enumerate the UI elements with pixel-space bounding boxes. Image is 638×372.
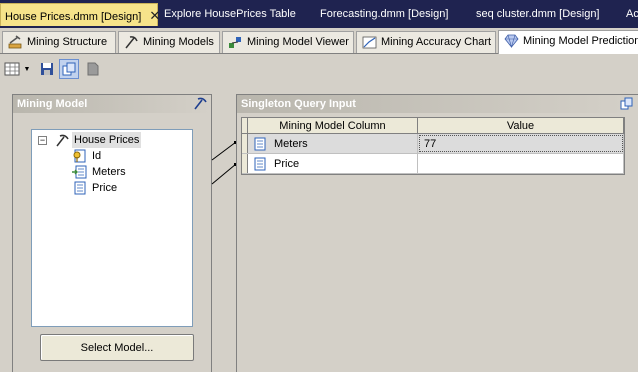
- mining-structure-icon: [8, 35, 22, 49]
- cell-value: 77: [424, 138, 437, 150]
- doc-tab-label: Explore HousePrices Table: [164, 8, 296, 20]
- accuracy-chart-icon: [362, 36, 377, 49]
- doc-tab-seq-cluster[interactable]: seq cluster.dmm [Design]: [472, 4, 600, 24]
- mining-column-cell[interactable]: Price: [248, 154, 418, 173]
- close-icon[interactable]: ✕: [149, 4, 160, 27]
- prediction-diamond-icon: [504, 34, 519, 48]
- mining-pick-icon: [194, 97, 207, 110]
- mining-column-cell[interactable]: Meters: [248, 134, 418, 153]
- dropdown-arrow-icon: ▼: [23, 65, 31, 73]
- tab-mining-models[interactable]: Mining Models: [118, 31, 220, 53]
- singleton-query-icon: [62, 62, 76, 76]
- doc-tab-label: House Prices.dmm [Design]: [5, 11, 142, 23]
- panel-title-text: Singleton Query Input: [241, 98, 356, 110]
- mining-models-icon: [125, 36, 138, 49]
- doc-tab-house-prices[interactable]: House Prices.dmm [Design] ✕: [0, 3, 160, 27]
- doc-tab-explore-table[interactable]: Explore HousePrices Table: [160, 4, 296, 24]
- tab-mining-accuracy-chart[interactable]: Mining Accuracy Chart: [356, 31, 496, 53]
- doc-tab-label: Ac: [626, 8, 638, 20]
- save-query-button[interactable]: [37, 59, 57, 79]
- table-row[interactable]: Price: [242, 154, 624, 174]
- tree-item-label: Meters: [92, 166, 126, 178]
- singleton-query-button[interactable]: [59, 59, 79, 79]
- mining-model-panel: Mining Model − House Prices Id Meters Pr…: [12, 94, 212, 372]
- value-cell[interactable]: [418, 154, 624, 173]
- view-dropdown-button[interactable]: ▼: [22, 59, 32, 79]
- switch-view-button[interactable]: [2, 59, 22, 79]
- column-header-value[interactable]: Value: [418, 118, 624, 133]
- tab-label: Mining Models: [143, 36, 214, 48]
- singleton-query-grid: Mining Model Column Value Meters 77 Pric…: [241, 117, 625, 175]
- collapse-icon[interactable]: −: [38, 136, 47, 145]
- input-column-icon: [72, 165, 87, 179]
- tab-label: Mining Accuracy Chart: [381, 36, 492, 48]
- cell-text: Meters: [274, 138, 308, 150]
- grid-view-icon: [4, 62, 20, 76]
- mining-model-tree[interactable]: − House Prices Id Meters Price: [31, 129, 193, 327]
- result-page-icon: [87, 62, 99, 76]
- designer-tab-strip: Mining Structure Mining Models Mining Mo…: [0, 28, 638, 54]
- prediction-toolbar: ▼: [0, 55, 638, 83]
- singleton-window-icon: [620, 97, 633, 110]
- doc-tab-label: seq cluster.dmm [Design]: [476, 8, 600, 20]
- tree-item-label: Id: [92, 150, 102, 162]
- result-button[interactable]: [83, 59, 103, 79]
- tree-root-house-prices[interactable]: − House Prices: [32, 132, 192, 148]
- doc-tab-label: Forecasting.dmm [Design]: [320, 8, 449, 20]
- tab-label: Mining Model Viewer: [247, 36, 349, 48]
- tab-label: Mining Model Prediction: [523, 35, 638, 47]
- tree-item-label: Price: [92, 182, 118, 194]
- column-icon: [254, 137, 266, 151]
- tab-mining-model-prediction[interactable]: Mining Model Prediction: [498, 30, 638, 54]
- tab-mining-structure[interactable]: Mining Structure: [2, 31, 116, 53]
- select-model-button[interactable]: Select Model...: [40, 334, 194, 361]
- mining-model-panel-title: Mining Model: [13, 95, 211, 113]
- singleton-query-panel: Singleton Query Input Mining Model Colum…: [236, 94, 638, 372]
- table-row[interactable]: Meters 77: [242, 134, 624, 154]
- grid-header-row: Mining Model Column Value: [242, 118, 624, 134]
- panel-title-text: Mining Model: [17, 98, 88, 110]
- save-disk-icon: [41, 63, 53, 75]
- value-cell[interactable]: 77: [418, 134, 624, 153]
- mining-model-icon: [56, 134, 69, 147]
- key-column-icon: [73, 149, 86, 163]
- column-header-mining-model-column[interactable]: Mining Model Column: [248, 118, 418, 133]
- tab-label: Mining Structure: [27, 36, 108, 48]
- tab-mining-model-viewer[interactable]: Mining Model Viewer: [222, 31, 354, 53]
- model-viewer-icon: [229, 37, 241, 48]
- doc-tab-overflow[interactable]: Ac: [622, 4, 638, 24]
- document-tab-strip: House Prices.dmm [Design] ✕ Explore House…: [0, 0, 638, 28]
- singleton-query-panel-title: Singleton Query Input: [237, 95, 638, 113]
- predict-column-icon: [74, 181, 86, 195]
- doc-tab-forecasting[interactable]: Forecasting.dmm [Design]: [316, 4, 448, 24]
- column-icon: [254, 157, 266, 171]
- cell-text: Price: [274, 158, 300, 170]
- tree-root-label: House Prices: [72, 132, 142, 148]
